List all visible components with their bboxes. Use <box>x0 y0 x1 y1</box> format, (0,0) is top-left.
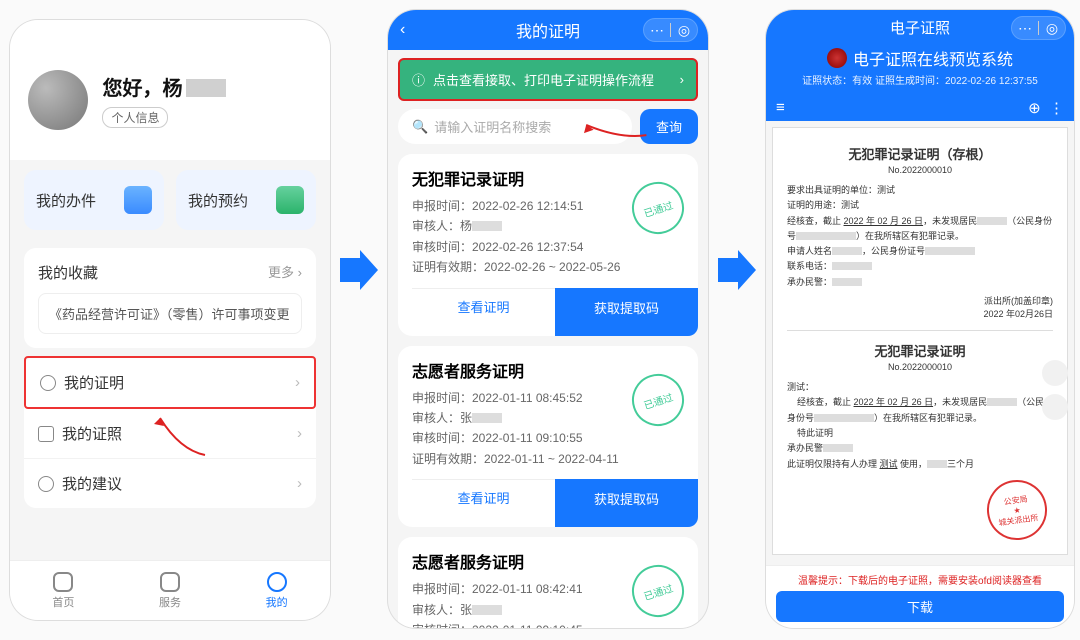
greeting: 您好，杨 <box>102 78 182 100</box>
certificate-card: 志愿者服务证明申报时间：2022-01-11 08:45:52审核人：张审核时间… <box>398 346 698 528</box>
zoom-icon[interactable]: ⊕ <box>1028 100 1041 117</box>
close-icon[interactable]: ◎ <box>1039 20 1065 37</box>
view-certificate-button[interactable]: 查看证明 <box>412 480 555 515</box>
download-button[interactable]: 下载 <box>776 591 1064 622</box>
back-icon[interactable]: ‹ <box>400 21 405 39</box>
miniprogram-capsule[interactable]: ⋯◎ <box>643 18 698 42</box>
view-certificate-button[interactable]: 查看证明 <box>412 289 555 324</box>
doc-number: No.2022000010 <box>787 165 1053 175</box>
chevron-right-icon: › <box>297 475 302 492</box>
get-code-button[interactable]: 获取提取码 <box>555 479 698 527</box>
toolbar: ≡ ⊕ ⋮ <box>766 95 1074 121</box>
avatar[interactable] <box>28 70 88 130</box>
menu-my-certificates[interactable]: 我的证明› <box>24 356 316 409</box>
menu-icon[interactable]: ≡ <box>776 99 785 117</box>
info-icon: ⓘ <box>412 70 425 89</box>
screen-profile: ⋯◎ 您好，杨 个人信息 我的办件 我的预约 我的收藏更多 › 《药品经营许可证… <box>10 20 330 620</box>
official-seal-icon: 公安局★城关派出所 <box>983 476 1051 544</box>
page-title: 电子证照 <box>890 17 950 38</box>
emblem-icon <box>827 48 847 68</box>
suggestion-icon <box>38 476 54 492</box>
page-down-button[interactable] <box>1042 394 1068 420</box>
get-code-button[interactable]: 获取提取码 <box>555 288 698 336</box>
mine-icon <box>267 572 287 592</box>
page-up-button[interactable] <box>1042 360 1068 386</box>
favorites-more[interactable]: 更多 › <box>268 262 302 283</box>
miniprogram-capsule[interactable]: ⋯◎ <box>1011 16 1066 40</box>
screen-certificate-preview: 电子证照 ⋯◎ 电子证照在线预览系统 证照状态：有效 证照生成时间：2022-0… <box>766 10 1074 628</box>
certificate-card: 志愿者服务证明申报时间：2022-01-11 08:42:41审核人：张审核时间… <box>398 537 698 628</box>
favorites-title: 我的收藏 <box>38 262 98 283</box>
cases-icon <box>124 186 152 214</box>
side-pager <box>1042 360 1068 420</box>
personal-info-button[interactable]: 个人信息 <box>102 107 168 128</box>
favorites-section: 我的收藏 更多 › 《药品经营许可证》（零售）许可事项变更 <box>24 248 316 348</box>
card-my-cases[interactable]: 我的办件 <box>24 170 164 230</box>
card-my-appointments[interactable]: 我的预约 <box>176 170 316 230</box>
doc-title: 无犯罪记录证明 <box>787 341 1053 360</box>
flow-arrow-icon <box>716 250 756 290</box>
chevron-right-icon: › <box>680 72 684 87</box>
screen-certificate-list: ‹ 我的证明 ⋯◎ ⓘ点击查看接取、打印电子证明操作流程 › 🔍请输入证明名称搜… <box>388 10 708 628</box>
favorite-item[interactable]: 《药品经营许可证》（零售）许可事项变更 <box>38 293 302 334</box>
annotation-arrow-icon <box>150 410 210 465</box>
download-hint: 温馨提示：下载后的电子证照，需要安装ofd阅读器查看 <box>776 572 1064 587</box>
page-title: 我的证明 <box>516 18 580 42</box>
certificate-card: 无犯罪记录证明申报时间：2022-02-26 12:14:51审核人：杨审核时间… <box>398 154 698 336</box>
license-icon <box>38 426 54 442</box>
certificate-status: 证照状态：有效 证照生成时间：2022-02-26 12:37:55 <box>766 72 1074 87</box>
redacted-name <box>186 79 226 97</box>
help-banner[interactable]: ⓘ点击查看接取、打印电子证明操作流程 › <box>398 58 698 101</box>
flow-arrow-icon <box>338 250 378 290</box>
certificate-document[interactable]: 无犯罪记录证明（存根） No.2022000010 要求出具证明的单位：测试 证… <box>772 127 1068 555</box>
close-icon[interactable]: ◎ <box>671 22 697 39</box>
search-icon: 🔍 <box>412 119 428 135</box>
preview-system-title: 电子证照在线预览系统 <box>766 46 1074 70</box>
tab-service[interactable]: 服务 <box>159 572 181 610</box>
appointments-icon <box>276 186 304 214</box>
home-icon <box>53 572 73 592</box>
tab-home[interactable]: 首页 <box>52 572 74 610</box>
chevron-right-icon: › <box>295 374 300 391</box>
doc-title: 无犯罪记录证明（存根） <box>787 144 1053 163</box>
more-icon[interactable]: ⋯ <box>1012 20 1038 37</box>
menu-my-suggestions[interactable]: 我的建议› <box>24 459 316 508</box>
more-icon[interactable]: ⋯ <box>644 22 670 39</box>
tab-bar: 首页 服务 我的 <box>10 560 330 620</box>
doc-number: No.2022000010 <box>787 362 1053 372</box>
chevron-right-icon: › <box>297 425 302 442</box>
service-icon <box>160 572 180 592</box>
tab-mine[interactable]: 我的 <box>266 572 288 610</box>
certificate-icon <box>40 375 56 391</box>
more-icon[interactable]: ⋮ <box>1049 100 1064 117</box>
